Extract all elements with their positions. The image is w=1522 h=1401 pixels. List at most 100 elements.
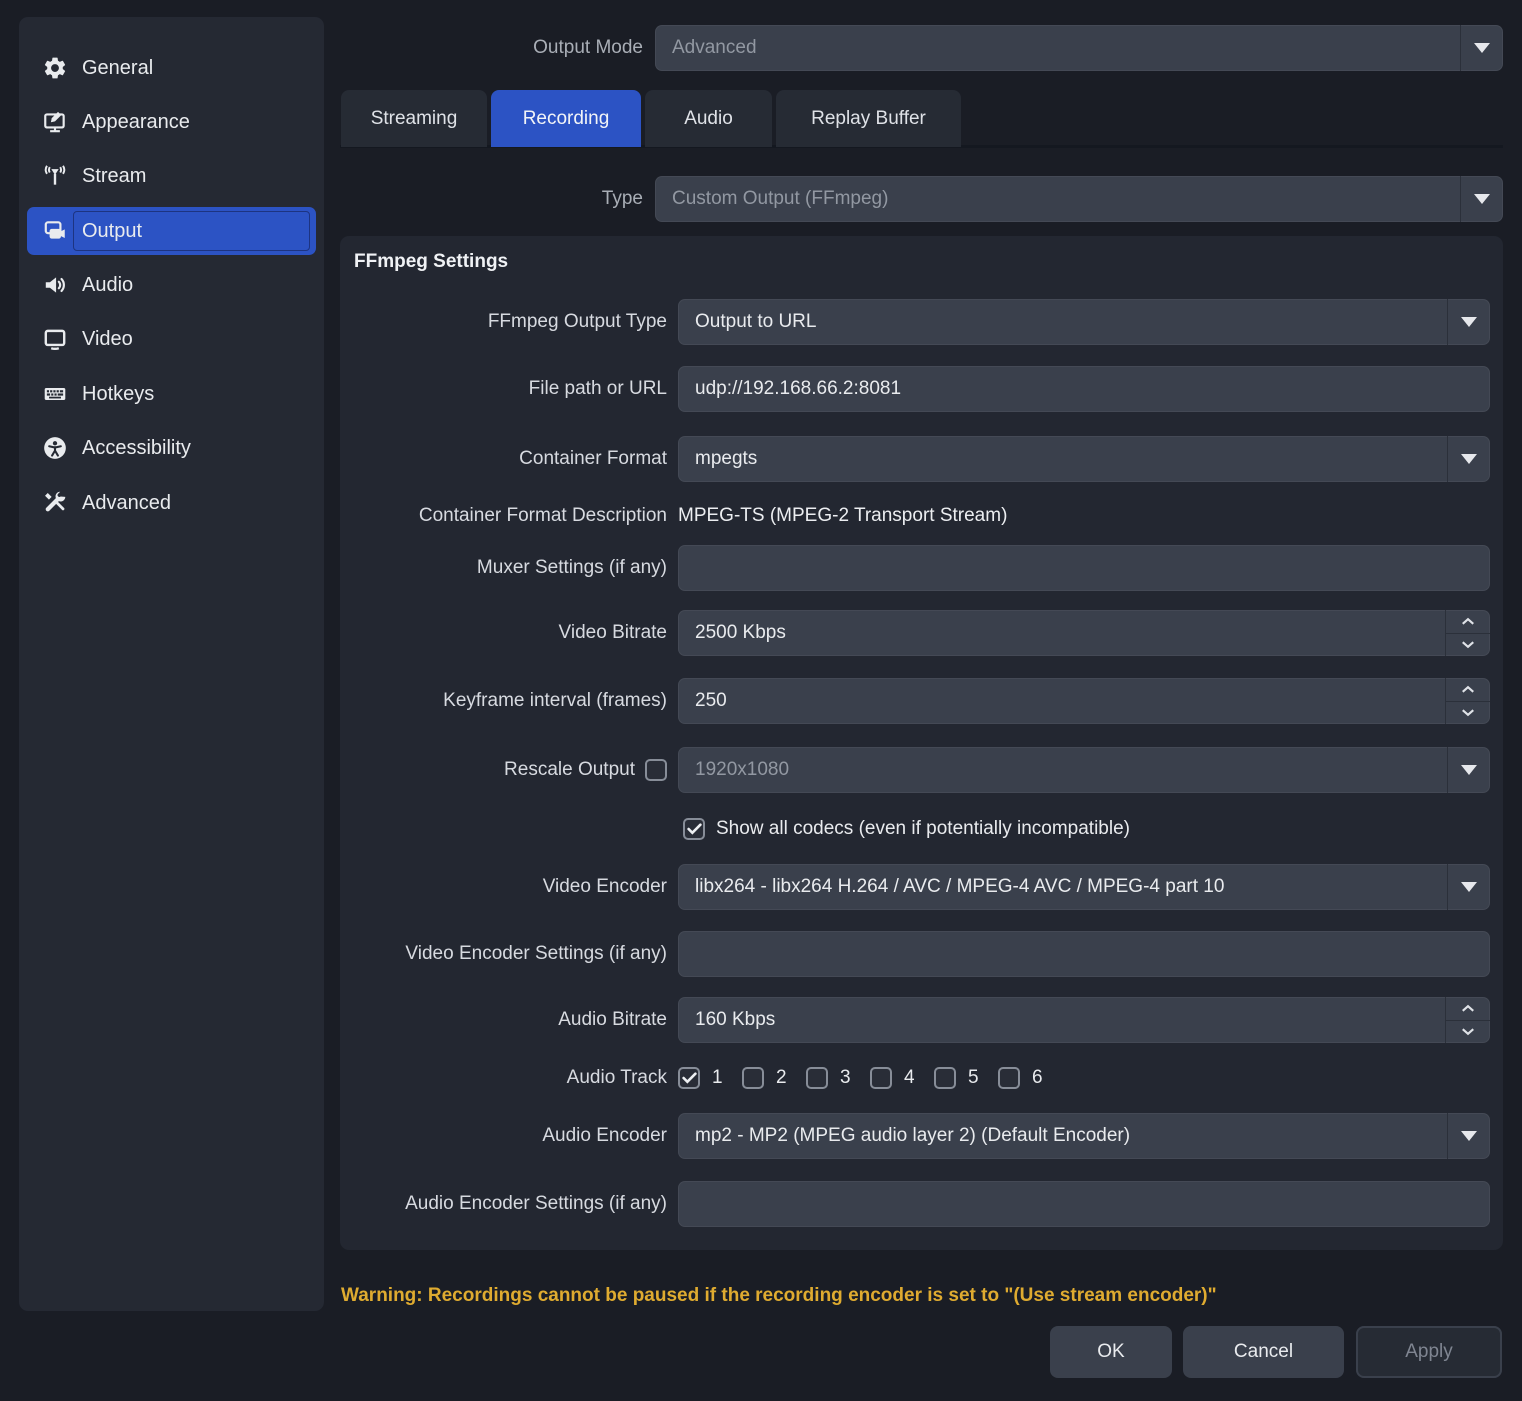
- cancel-button-label: Cancel: [1234, 1341, 1293, 1363]
- sidebar-item-label: General: [82, 57, 153, 80]
- cancel-button[interactable]: Cancel: [1183, 1326, 1344, 1378]
- audio-track-1-label: 1: [712, 1066, 723, 1090]
- ok-button[interactable]: OK: [1050, 1326, 1172, 1378]
- spin-up-button[interactable]: [1446, 997, 1490, 1021]
- audio-icon: [40, 270, 70, 300]
- sidebar-item-video[interactable]: Video: [27, 315, 316, 363]
- sidebar-item-label: Video: [82, 328, 133, 351]
- audio-track-2-checkbox[interactable]: [742, 1067, 764, 1089]
- container-format-description-label: Container Format Description: [354, 504, 667, 528]
- muxer-settings-input[interactable]: [678, 545, 1490, 591]
- audio-track-4-checkbox[interactable]: [870, 1067, 892, 1089]
- ffmpeg-output-type-label: FFmpeg Output Type: [354, 299, 667, 345]
- advanced-icon: [40, 488, 70, 518]
- sidebar-item-appearance[interactable]: Appearance: [27, 98, 316, 146]
- spin-down-button[interactable]: [1446, 1021, 1490, 1044]
- sidebar-item-stream[interactable]: Stream: [27, 152, 316, 200]
- video-encoder-value: libx264 - libx264 H.264 / AVC / MPEG-4 A…: [695, 876, 1224, 898]
- file-path-input[interactable]: [678, 366, 1490, 412]
- video-icon: [40, 324, 70, 354]
- spin-up-button[interactable]: [1446, 678, 1490, 702]
- tab-label: Recording: [523, 108, 610, 130]
- sidebar-item-label: Audio: [82, 274, 133, 297]
- spin-buttons: [1445, 678, 1490, 724]
- audio-track-5-checkbox[interactable]: [934, 1067, 956, 1089]
- audio-bitrate-value: 160 Kbps: [695, 1009, 775, 1031]
- audio-track-6-checkbox[interactable]: [998, 1067, 1020, 1089]
- audio-bitrate-label: Audio Bitrate: [354, 997, 667, 1043]
- chevron-down-icon: [1460, 176, 1503, 222]
- sidebar-item-label: Advanced: [82, 492, 171, 515]
- video-encoder-label: Video Encoder: [354, 864, 667, 910]
- sidebar-item-hotkeys[interactable]: Hotkeys: [27, 370, 316, 418]
- output-mode-value: Advanced: [672, 37, 757, 59]
- audio-encoder-label: Audio Encoder: [354, 1113, 667, 1159]
- audio-encoder-value: mp2 - MP2 (MPEG audio layer 2) (Default …: [695, 1125, 1130, 1147]
- container-format-value: mpegts: [695, 448, 757, 470]
- tab-recording[interactable]: Recording: [491, 90, 641, 147]
- spin-down-button[interactable]: [1446, 702, 1490, 725]
- audio-track-2-label: 2: [776, 1066, 787, 1090]
- settings-dialog: General Appearance: [0, 0, 1522, 1401]
- keyframe-interval-spinner[interactable]: 250: [678, 678, 1490, 724]
- keyframe-interval-value: 250: [695, 690, 727, 712]
- rescale-output-value: 1920x1080: [695, 759, 789, 781]
- spin-down-button[interactable]: [1446, 634, 1490, 657]
- audio-bitrate-spinner[interactable]: 160 Kbps: [678, 997, 1490, 1043]
- chevron-down-icon: [1447, 747, 1490, 793]
- rescale-output-label: Rescale Output: [354, 747, 635, 793]
- spin-buttons: [1445, 610, 1490, 656]
- apply-button-label: Apply: [1405, 1341, 1453, 1363]
- video-encoder-select[interactable]: libx264 - libx264 H.264 / AVC / MPEG-4 A…: [678, 864, 1490, 910]
- tab-label: Replay Buffer: [811, 108, 926, 130]
- ok-button-label: OK: [1097, 1341, 1124, 1363]
- sidebar-item-label: Output: [82, 220, 142, 243]
- audio-track-6-label: 6: [1032, 1066, 1043, 1090]
- sidebar-item-accessibility[interactable]: Accessibility: [27, 424, 316, 472]
- sidebar-item-audio[interactable]: Audio: [27, 261, 316, 309]
- audio-track-1-checkbox[interactable]: [678, 1067, 700, 1089]
- tab-label: Streaming: [371, 108, 458, 130]
- settings-sidebar: General Appearance: [19, 17, 324, 1311]
- sidebar-item-advanced[interactable]: Advanced: [27, 479, 316, 527]
- output-mode-label: Output Mode: [340, 25, 643, 70]
- chevron-down-icon: [1447, 864, 1490, 910]
- container-format-description-value: MPEG-TS (MPEG-2 Transport Stream): [678, 504, 1007, 528]
- audio-encoder-settings-input[interactable]: [678, 1181, 1490, 1227]
- audio-encoder-select[interactable]: mp2 - MP2 (MPEG audio layer 2) (Default …: [678, 1113, 1490, 1159]
- tab-replay-buffer[interactable]: Replay Buffer: [776, 90, 961, 147]
- show-all-codecs-checkbox[interactable]: [683, 818, 705, 840]
- spin-up-button[interactable]: [1446, 610, 1490, 634]
- ffmpeg-output-type-value: Output to URL: [695, 311, 816, 333]
- output-mode-select[interactable]: Advanced: [655, 25, 1503, 71]
- video-encoder-settings-input[interactable]: [678, 931, 1490, 977]
- output-icon: [40, 216, 70, 246]
- sidebar-item-output[interactable]: Output: [27, 207, 316, 255]
- sidebar-item-general[interactable]: General: [27, 44, 316, 92]
- audio-track-3-checkbox[interactable]: [806, 1067, 828, 1089]
- hotkeys-icon: [40, 379, 70, 409]
- type-label: Type: [340, 176, 643, 221]
- video-encoder-settings-label: Video Encoder Settings (if any): [354, 931, 667, 977]
- container-format-select[interactable]: mpegts: [678, 436, 1490, 482]
- chevron-down-icon: [1460, 25, 1503, 71]
- video-bitrate-value: 2500 Kbps: [695, 622, 786, 644]
- rescale-output-select[interactable]: 1920x1080: [678, 747, 1490, 793]
- video-bitrate-spinner[interactable]: 2500 Kbps: [678, 610, 1490, 656]
- chevron-down-icon: [1447, 436, 1490, 482]
- audio-track-label: Audio Track: [354, 1055, 667, 1101]
- keyframe-interval-label: Keyframe interval (frames): [354, 678, 667, 724]
- audio-track-4-label: 4: [904, 1066, 915, 1090]
- sidebar-item-label: Appearance: [82, 111, 190, 134]
- apply-button[interactable]: Apply: [1356, 1326, 1502, 1378]
- show-all-codecs-label: Show all codecs (even if potentially inc…: [716, 817, 1130, 841]
- tab-audio[interactable]: Audio: [645, 90, 772, 147]
- rescale-output-checkbox[interactable]: [645, 759, 667, 781]
- chevron-down-icon: [1447, 299, 1490, 345]
- panel-title: FFmpeg Settings: [354, 251, 508, 273]
- type-select[interactable]: Custom Output (FFmpeg): [655, 176, 1503, 222]
- tab-streaming[interactable]: Streaming: [341, 90, 487, 147]
- sidebar-item-label: Accessibility: [82, 437, 191, 460]
- container-format-label: Container Format: [354, 436, 667, 482]
- ffmpeg-output-type-select[interactable]: Output to URL: [678, 299, 1490, 345]
